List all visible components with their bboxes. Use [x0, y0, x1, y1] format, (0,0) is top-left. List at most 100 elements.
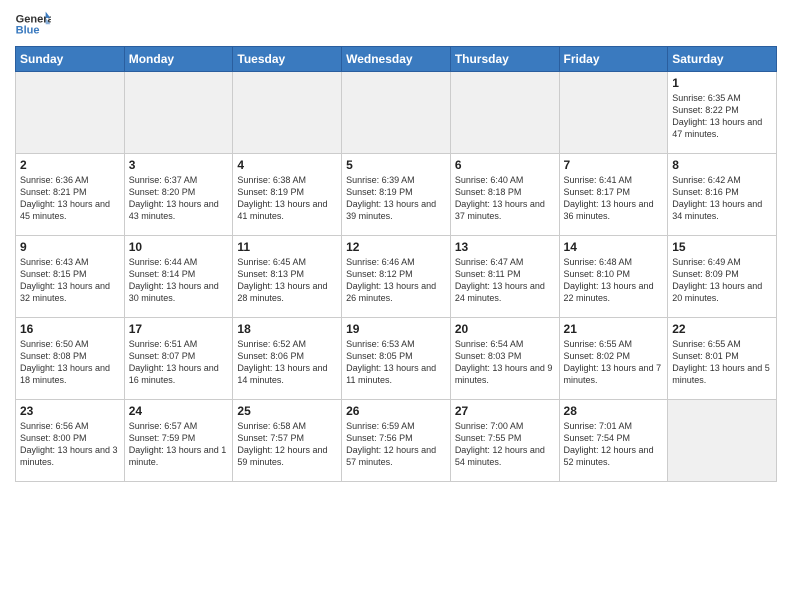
- day-info: Sunrise: 6:58 AM Sunset: 7:57 PM Dayligh…: [237, 420, 337, 469]
- calendar-cell: [233, 72, 342, 154]
- day-number: 23: [20, 404, 120, 418]
- calendar-cell: 24 Sunrise: 6:57 AM Sunset: 7:59 PM Dayli…: [124, 400, 233, 482]
- day-info: Sunrise: 6:46 AM Sunset: 8:12 PM Dayligh…: [346, 256, 446, 305]
- day-info: Sunrise: 6:42 AM Sunset: 8:16 PM Dayligh…: [672, 174, 772, 223]
- calendar-cell: 2 Sunrise: 6:36 AM Sunset: 8:21 PM Daylig…: [16, 154, 125, 236]
- calendar-cell: 15 Sunrise: 6:49 AM Sunset: 8:09 PM Dayli…: [668, 236, 777, 318]
- day-info: Sunrise: 7:00 AM Sunset: 7:55 PM Dayligh…: [455, 420, 555, 469]
- day-number: 2: [20, 158, 120, 172]
- calendar-cell: 18 Sunrise: 6:52 AM Sunset: 8:06 PM Dayli…: [233, 318, 342, 400]
- calendar-cell: 27 Sunrise: 7:00 AM Sunset: 7:55 PM Dayli…: [450, 400, 559, 482]
- day-number: 16: [20, 322, 120, 336]
- day-info: Sunrise: 6:43 AM Sunset: 8:15 PM Dayligh…: [20, 256, 120, 305]
- day-number: 1: [672, 76, 772, 90]
- svg-text:Blue: Blue: [16, 25, 40, 37]
- calendar-cell: 20 Sunrise: 6:54 AM Sunset: 8:03 PM Dayli…: [450, 318, 559, 400]
- calendar-cell: 8 Sunrise: 6:42 AM Sunset: 8:16 PM Daylig…: [668, 154, 777, 236]
- day-info: Sunrise: 6:45 AM Sunset: 8:13 PM Dayligh…: [237, 256, 337, 305]
- day-info: Sunrise: 6:38 AM Sunset: 8:19 PM Dayligh…: [237, 174, 337, 223]
- logo: General Blue: [15, 10, 51, 40]
- day-number: 11: [237, 240, 337, 254]
- day-number: 18: [237, 322, 337, 336]
- day-info: Sunrise: 6:48 AM Sunset: 8:10 PM Dayligh…: [564, 256, 664, 305]
- day-info: Sunrise: 6:56 AM Sunset: 8:00 PM Dayligh…: [20, 420, 120, 469]
- calendar-cell: 16 Sunrise: 6:50 AM Sunset: 8:08 PM Dayli…: [16, 318, 125, 400]
- day-number: 15: [672, 240, 772, 254]
- weekday-wednesday: Wednesday: [342, 47, 451, 72]
- weekday-saturday: Saturday: [668, 47, 777, 72]
- day-info: Sunrise: 6:55 AM Sunset: 8:01 PM Dayligh…: [672, 338, 772, 387]
- weekday-friday: Friday: [559, 47, 668, 72]
- calendar-cell: 19Sunrise: 6:53 AM Sunset: 8:05 PM Dayli…: [342, 318, 451, 400]
- day-info: Sunrise: 6:51 AM Sunset: 8:07 PM Dayligh…: [129, 338, 229, 387]
- day-number: 6: [455, 158, 555, 172]
- calendar-cell: 5Sunrise: 6:39 AM Sunset: 8:19 PM Daylig…: [342, 154, 451, 236]
- day-number: 7: [564, 158, 664, 172]
- day-info: Sunrise: 6:49 AM Sunset: 8:09 PM Dayligh…: [672, 256, 772, 305]
- day-number: 22: [672, 322, 772, 336]
- day-info: Sunrise: 6:41 AM Sunset: 8:17 PM Dayligh…: [564, 174, 664, 223]
- weekday-header-row: SundayMondayTuesdayWednesdayThursdayFrid…: [16, 47, 777, 72]
- calendar-cell: 26Sunrise: 6:59 AM Sunset: 7:56 PM Dayli…: [342, 400, 451, 482]
- weekday-sunday: Sunday: [16, 47, 125, 72]
- page: General Blue SundayMondayTuesdayWednesda…: [0, 0, 792, 612]
- day-info: Sunrise: 6:52 AM Sunset: 8:06 PM Dayligh…: [237, 338, 337, 387]
- calendar-cell: 4 Sunrise: 6:38 AM Sunset: 8:19 PM Daylig…: [233, 154, 342, 236]
- day-number: 12: [346, 240, 446, 254]
- day-number: 19: [346, 322, 446, 336]
- day-number: 8: [672, 158, 772, 172]
- day-number: 17: [129, 322, 229, 336]
- day-number: 28: [564, 404, 664, 418]
- calendar-week-1: 1Sunrise: 6:35 AM Sunset: 8:22 PM Daylig…: [16, 72, 777, 154]
- day-number: 3: [129, 158, 229, 172]
- calendar-cell: 22 Sunrise: 6:55 AM Sunset: 8:01 PM Dayli…: [668, 318, 777, 400]
- calendar-cell: [342, 72, 451, 154]
- day-info: Sunrise: 6:50 AM Sunset: 8:08 PM Dayligh…: [20, 338, 120, 387]
- day-info: Sunrise: 6:37 AM Sunset: 8:20 PM Dayligh…: [129, 174, 229, 223]
- day-number: 20: [455, 322, 555, 336]
- calendar-cell: 10 Sunrise: 6:44 AM Sunset: 8:14 PM Dayli…: [124, 236, 233, 318]
- calendar-cell: 7 Sunrise: 6:41 AM Sunset: 8:17 PM Daylig…: [559, 154, 668, 236]
- logo-icon: General Blue: [15, 10, 51, 40]
- calendar-cell: [668, 400, 777, 482]
- day-info: Sunrise: 6:59 AM Sunset: 7:56 PM Dayligh…: [346, 420, 446, 469]
- day-number: 21: [564, 322, 664, 336]
- calendar-week-3: 9 Sunrise: 6:43 AM Sunset: 8:15 PM Daylig…: [16, 236, 777, 318]
- day-info: Sunrise: 6:57 AM Sunset: 7:59 PM Dayligh…: [129, 420, 229, 469]
- calendar-cell: 9 Sunrise: 6:43 AM Sunset: 8:15 PM Daylig…: [16, 236, 125, 318]
- day-number: 14: [564, 240, 664, 254]
- calendar-cell: [559, 72, 668, 154]
- day-info: Sunrise: 6:40 AM Sunset: 8:18 PM Dayligh…: [455, 174, 555, 223]
- calendar-cell: 3 Sunrise: 6:37 AM Sunset: 8:20 PM Daylig…: [124, 154, 233, 236]
- calendar-week-4: 16 Sunrise: 6:50 AM Sunset: 8:08 PM Dayli…: [16, 318, 777, 400]
- calendar-cell: [124, 72, 233, 154]
- day-info: Sunrise: 6:36 AM Sunset: 8:21 PM Dayligh…: [20, 174, 120, 223]
- day-info: Sunrise: 6:44 AM Sunset: 8:14 PM Dayligh…: [129, 256, 229, 305]
- calendar-cell: [16, 72, 125, 154]
- day-number: 4: [237, 158, 337, 172]
- day-info: Sunrise: 6:55 AM Sunset: 8:02 PM Dayligh…: [564, 338, 664, 387]
- calendar-week-5: 23 Sunrise: 6:56 AM Sunset: 8:00 PM Dayli…: [16, 400, 777, 482]
- calendar-cell: 17 Sunrise: 6:51 AM Sunset: 8:07 PM Dayli…: [124, 318, 233, 400]
- calendar-cell: 28 Sunrise: 7:01 AM Sunset: 7:54 PM Dayli…: [559, 400, 668, 482]
- day-number: 24: [129, 404, 229, 418]
- day-number: 10: [129, 240, 229, 254]
- day-number: 9: [20, 240, 120, 254]
- weekday-thursday: Thursday: [450, 47, 559, 72]
- day-info: Sunrise: 6:54 AM Sunset: 8:03 PM Dayligh…: [455, 338, 555, 387]
- day-number: 27: [455, 404, 555, 418]
- calendar-cell: 6 Sunrise: 6:40 AM Sunset: 8:18 PM Daylig…: [450, 154, 559, 236]
- calendar-cell: 13 Sunrise: 6:47 AM Sunset: 8:11 PM Dayli…: [450, 236, 559, 318]
- day-info: Sunrise: 7:01 AM Sunset: 7:54 PM Dayligh…: [564, 420, 664, 469]
- day-number: 13: [455, 240, 555, 254]
- calendar-cell: 25Sunrise: 6:58 AM Sunset: 7:57 PM Dayli…: [233, 400, 342, 482]
- calendar-cell: 14 Sunrise: 6:48 AM Sunset: 8:10 PM Dayli…: [559, 236, 668, 318]
- day-info: Sunrise: 6:47 AM Sunset: 8:11 PM Dayligh…: [455, 256, 555, 305]
- header: General Blue: [15, 10, 777, 40]
- calendar-week-2: 2 Sunrise: 6:36 AM Sunset: 8:21 PM Daylig…: [16, 154, 777, 236]
- calendar-cell: 12 Sunrise: 6:46 AM Sunset: 8:12 PM Dayli…: [342, 236, 451, 318]
- calendar-cell: 1Sunrise: 6:35 AM Sunset: 8:22 PM Daylig…: [668, 72, 777, 154]
- day-info: Sunrise: 6:39 AM Sunset: 8:19 PM Dayligh…: [346, 174, 446, 223]
- calendar-cell: 21 Sunrise: 6:55 AM Sunset: 8:02 PM Dayli…: [559, 318, 668, 400]
- calendar-cell: [450, 72, 559, 154]
